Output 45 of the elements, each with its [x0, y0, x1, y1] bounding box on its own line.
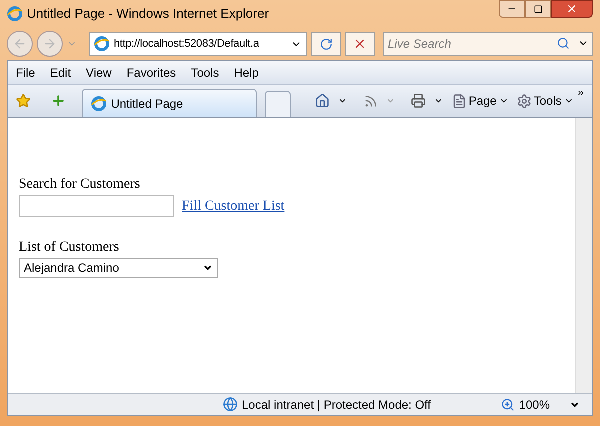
dropdown-icon [203, 263, 213, 273]
maximize-button[interactable] [525, 0, 551, 18]
page-icon [452, 94, 467, 108]
menu-item[interactable]: View [86, 64, 112, 82]
tools-menu-button[interactable]: Tools [534, 92, 562, 110]
stop-icon [353, 37, 367, 51]
browser-logo-icon [94, 36, 110, 52]
maximize-icon [534, 4, 542, 14]
home-icon[interactable] [315, 93, 330, 109]
menu-item[interactable]: Tools [191, 64, 220, 82]
network-icon [223, 397, 238, 412]
fill-customer-list-link[interactable]: Fill Customer List [182, 196, 285, 217]
favorites-star-icon[interactable] [16, 93, 32, 109]
add-favorite-icon[interactable] [51, 93, 66, 109]
more-chevron[interactable]: » [578, 85, 584, 102]
feed-icon[interactable] [364, 94, 378, 108]
customer-search-field[interactable] [19, 195, 174, 217]
search-label: Search for Customers [19, 176, 142, 194]
browser-logo-icon [91, 96, 108, 112]
close-icon [566, 3, 578, 15]
scrollbar[interactable] [575, 118, 592, 393]
menu-item[interactable]: Help [234, 64, 259, 82]
zoom-icon [501, 398, 516, 412]
address-field[interactable]: http://localhost:52083/Default.a [89, 32, 307, 56]
list-label: List of Customers [19, 239, 120, 257]
window-title: Untitled Page - Windows Internet Explorer [27, 5, 270, 24]
forward-icon [43, 37, 57, 51]
refresh-button[interactable] [311, 32, 341, 56]
refresh-icon [320, 38, 332, 50]
search-icon[interactable] [557, 37, 570, 50]
zoom-level[interactable]: 100% [519, 396, 550, 414]
browser-logo-icon [7, 6, 23, 22]
search-field[interactable]: Live Search [383, 32, 593, 56]
gear-icon [516, 94, 532, 108]
menu-item[interactable]: Edit [50, 64, 72, 82]
print-icon[interactable] [411, 93, 426, 109]
stop-button[interactable] [345, 32, 375, 56]
page-menu-button[interactable]: Page [468, 92, 497, 110]
close-button[interactable] [551, 0, 593, 18]
browser-tab[interactable]: Untitled Page [82, 89, 257, 117]
security-zone-text: Local intranet | Protected Mode: Off [242, 396, 431, 414]
customer-dropdown[interactable]: Alejandra Camino [19, 258, 218, 278]
menu-item[interactable]: File [16, 64, 36, 82]
back-icon [13, 37, 27, 51]
menu-item[interactable]: Favorites [126, 64, 176, 82]
